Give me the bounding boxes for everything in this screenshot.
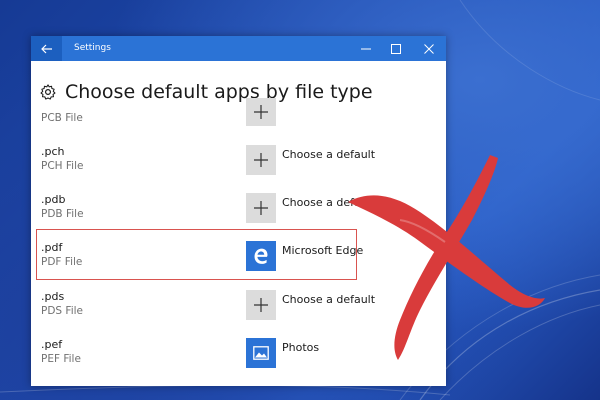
minimize-icon <box>361 48 371 49</box>
file-type-description: PDS File <box>41 305 83 317</box>
file-type-description: PCB File <box>41 112 83 124</box>
plus-icon <box>254 153 268 167</box>
highlight-box <box>36 229 357 280</box>
window-title: Settings <box>74 43 111 53</box>
maximize-button[interactable] <box>381 36 411 61</box>
file-type-description: PEF File <box>41 353 81 365</box>
page-title: Choose default apps by file type <box>65 81 373 103</box>
close-icon <box>424 43 434 54</box>
file-type-description: PCH File <box>41 160 84 172</box>
choose-default-app-button[interactable] <box>246 145 276 175</box>
file-extension: .pdb <box>41 193 66 206</box>
default-app-button[interactable] <box>246 338 276 368</box>
arrow-left-icon <box>40 44 52 53</box>
choose-default-app-button[interactable] <box>246 193 276 223</box>
choose-default-app-button[interactable] <box>246 290 276 320</box>
close-button[interactable] <box>414 36 444 61</box>
minimize-button[interactable] <box>351 36 381 61</box>
file-extension: .pch <box>41 145 65 158</box>
photos-icon <box>253 346 269 360</box>
file-type-description: PDB File <box>41 208 84 220</box>
plus-icon <box>254 298 268 312</box>
gear-icon <box>40 84 56 100</box>
file-extension: .pds <box>41 290 65 303</box>
plus-icon <box>254 105 268 119</box>
choose-default-app-button[interactable] <box>246 98 276 126</box>
default-app-label[interactable]: Photos <box>282 341 319 354</box>
file-extension: .pef <box>41 338 63 351</box>
red-cross-mark <box>348 155 545 360</box>
title-bar: Settings <box>31 36 446 61</box>
file-type-row: PCB File <box>31 98 446 150</box>
maximize-icon <box>391 43 401 54</box>
back-button[interactable] <box>31 36 62 61</box>
plus-icon <box>254 201 268 215</box>
